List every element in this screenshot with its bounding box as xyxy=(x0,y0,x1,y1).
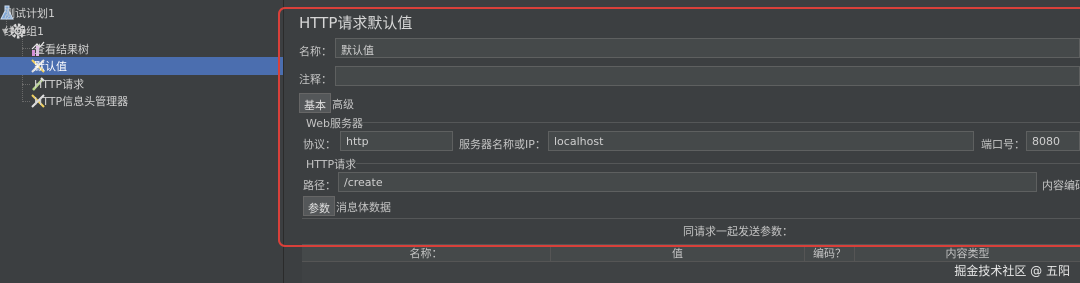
protocol-field[interactable]: http xyxy=(340,131,453,151)
tree-connector xyxy=(22,48,30,49)
column-header-value[interactable]: 值 xyxy=(551,245,805,263)
path-label: 路径： xyxy=(303,179,336,192)
tree-connector xyxy=(22,101,30,102)
group-divider xyxy=(302,218,1080,219)
tab-parameters[interactable]: 参数 xyxy=(303,196,335,216)
tab-basic[interactable]: 基本 xyxy=(299,93,331,113)
params-caption: 同请求一起发送参数： xyxy=(683,225,793,238)
encoding-label: 内容编码 xyxy=(1042,179,1080,192)
protocol-label: 协议： xyxy=(303,138,336,151)
tree-item-label: 查看结果树 xyxy=(34,43,89,56)
tree-item-defaults[interactable]: 默认值 xyxy=(0,57,283,75)
tree-item-label: 默认值 xyxy=(34,60,67,73)
tree-item-http-request[interactable]: HTTP请求 xyxy=(30,75,84,93)
tree-item-header-manager[interactable]: HTTP信息头管理器 xyxy=(30,92,128,110)
tab-body-data[interactable]: 消息体数据 xyxy=(332,196,395,216)
server-field[interactable]: localhost xyxy=(548,131,974,151)
comment-label: 注释： xyxy=(299,73,332,86)
params-table-header: 名称： 值 编码？ 内容类型 xyxy=(302,244,1080,263)
tab-advanced[interactable]: 高级 xyxy=(328,93,358,113)
watermark: 掘金技术社区 @ 五阳 xyxy=(954,264,1070,278)
column-header-encode[interactable]: 编码？ xyxy=(805,245,855,263)
name-field[interactable]: 默认值 xyxy=(335,38,1080,58)
column-header-name[interactable]: 名称： xyxy=(302,245,551,263)
tree-item-thread-group[interactable]: ▼ 线程组1 xyxy=(0,22,44,40)
tree-item-label: HTTP信息头管理器 xyxy=(34,95,129,108)
tree-item-label: HTTP请求 xyxy=(34,78,85,91)
tree-item-test-plan[interactable]: 测试计划1 xyxy=(0,4,55,22)
group-divider xyxy=(360,122,1080,123)
config-panel: HTTP请求默认值 名称： 默认值 注释： 基本 高级 Web服务器 协议： h… xyxy=(288,0,1080,283)
path-field[interactable]: /create xyxy=(338,172,1037,192)
page-title: HTTP请求默认值 xyxy=(299,14,413,32)
tree-connector xyxy=(22,84,30,85)
group-divider xyxy=(356,163,1080,164)
test-plan-tree: 测试计划1 ▼ 线程组1 查看结果树 默认值 HTTP请求 HTTP信息头管理器 xyxy=(0,0,283,283)
tree-item-view-results[interactable]: 查看结果树 xyxy=(30,40,89,58)
name-label: 名称： xyxy=(299,45,332,58)
comment-field[interactable] xyxy=(335,66,1080,86)
port-label: 端口号： xyxy=(981,138,1025,151)
server-label: 服务器名称或IP： xyxy=(459,138,546,151)
column-header-content-type[interactable]: 内容类型 xyxy=(855,245,1080,263)
tree-item-label: 测试计划1 xyxy=(4,7,55,20)
http-request-group-title: HTTP请求 xyxy=(306,158,357,171)
port-field[interactable]: 8080 xyxy=(1026,131,1080,151)
web-server-group-title: Web服务器 xyxy=(306,117,363,130)
tree-item-label: 线程组1 xyxy=(4,25,44,38)
